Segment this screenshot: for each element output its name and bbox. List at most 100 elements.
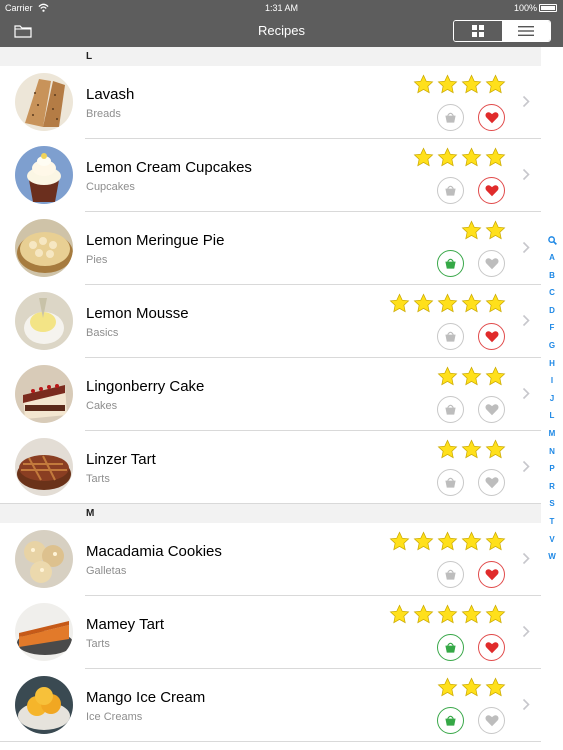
index-letter[interactable]: P: [549, 460, 554, 478]
star-icon: [485, 604, 506, 624]
recipe-thumbnail: [15, 438, 73, 496]
basket-icon: [445, 477, 456, 488]
index-letter[interactable]: F: [550, 319, 555, 337]
rating-stars: [437, 677, 506, 698]
chevron-right-icon: [522, 168, 530, 181]
star-icon: [461, 366, 482, 386]
index-letter[interactable]: C: [549, 284, 555, 302]
star-icon: [461, 604, 482, 624]
shopping-basket-button[interactable]: [437, 104, 464, 131]
star-icon: [413, 531, 434, 551]
recipe-category: Cupcakes: [86, 181, 135, 193]
recipe-row[interactable]: Lemon Cream Cupcakes Cupcakes: [0, 139, 541, 212]
basket-icon: [445, 569, 456, 580]
heart-icon: [484, 569, 499, 581]
recipe-thumbnail-image: [15, 365, 73, 423]
shopping-basket-button[interactable]: [437, 250, 464, 277]
star-icon: [413, 147, 434, 167]
view-mode-toggle[interactable]: [453, 20, 551, 42]
recipe-row[interactable]: Macadamia Cookies Galletas: [0, 523, 541, 596]
battery-icon: [539, 4, 557, 12]
recipe-title: Lemon Mousse: [86, 305, 189, 322]
favorite-button[interactable]: [478, 323, 505, 350]
favorite-button[interactable]: [478, 396, 505, 423]
recipe-row[interactable]: Lavash Breads: [0, 66, 541, 139]
recipe-row[interactable]: Lemon Mousse Basics: [0, 285, 541, 358]
shopping-basket-button[interactable]: [437, 634, 464, 661]
list-icon: [518, 26, 535, 36]
chevron-right-icon: [522, 314, 530, 327]
star-icon: [485, 439, 506, 459]
recipe-thumbnail-image: [15, 292, 73, 350]
star-icon: [413, 293, 434, 313]
chevron-right-icon: [522, 625, 530, 638]
recipe-thumbnail-image: [15, 438, 73, 496]
recipe-row[interactable]: Lemon Meringue Pie Pies: [0, 212, 541, 285]
index-letter[interactable]: D: [549, 302, 555, 320]
index-letter[interactable]: N: [549, 443, 555, 461]
grid-view-button[interactable]: [454, 21, 503, 41]
shopping-basket-button[interactable]: [437, 396, 464, 423]
recipe-title: Macadamia Cookies: [86, 543, 222, 560]
basket-icon: [445, 185, 456, 196]
star-icon: [461, 293, 482, 313]
rating-stars: [389, 531, 506, 552]
favorite-button[interactable]: [478, 634, 505, 661]
favorite-button[interactable]: [478, 250, 505, 277]
chevron-right-icon: [522, 241, 530, 254]
index-letter[interactable]: M: [549, 425, 556, 443]
index-letter[interactable]: L: [550, 407, 555, 425]
section-header: M: [0, 504, 541, 523]
index-letter[interactable]: H: [549, 355, 555, 373]
recipe-thumbnail-image: [15, 146, 73, 204]
shopping-basket-button[interactable]: [437, 707, 464, 734]
index-letter[interactable]: R: [549, 478, 555, 496]
index-letter[interactable]: J: [550, 390, 554, 408]
basket-icon: [445, 112, 456, 123]
star-icon: [437, 531, 458, 551]
recipe-thumbnail-image: [15, 530, 73, 588]
chevron-right-icon: [522, 698, 530, 711]
star-icon: [485, 220, 506, 240]
star-icon: [389, 604, 410, 624]
index-letter[interactable]: I: [551, 372, 553, 390]
recipe-title: Mamey Tart: [86, 616, 165, 633]
heart-icon: [484, 642, 499, 654]
index-letter[interactable]: G: [549, 337, 555, 355]
list-view-button[interactable]: [502, 21, 550, 41]
recipe-thumbnail: [15, 292, 73, 350]
basket-icon: [445, 715, 456, 726]
recipe-row[interactable]: Mamey Tart Tarts: [0, 596, 541, 669]
shopping-basket-button[interactable]: [437, 469, 464, 496]
shopping-basket-button[interactable]: [437, 323, 464, 350]
favorite-button[interactable]: [478, 104, 505, 131]
recipe-category: Tarts: [86, 638, 110, 650]
shopping-basket-button[interactable]: [437, 177, 464, 204]
heart-icon: [484, 112, 499, 124]
section-header: L: [0, 47, 541, 66]
section-index[interactable]: ABCDFGHIJLMNPRSTVW: [541, 232, 563, 566]
rating-stars: [437, 439, 506, 460]
favorite-button[interactable]: [478, 177, 505, 204]
index-letter[interactable]: V: [549, 531, 554, 549]
recipe-row[interactable]: Lingonberry Cake Cakes: [0, 358, 541, 431]
index-letter[interactable]: S: [549, 495, 554, 513]
star-icon: [461, 220, 482, 240]
recipe-row[interactable]: Linzer Tart Tarts: [0, 431, 541, 504]
recipe-category: Cakes: [86, 400, 118, 412]
index-letter[interactable]: A: [549, 249, 555, 267]
favorite-button[interactable]: [478, 707, 505, 734]
index-letter[interactable]: T: [550, 513, 555, 531]
star-icon: [413, 604, 434, 624]
favorite-button[interactable]: [478, 469, 505, 496]
index-letter[interactable]: B: [549, 267, 555, 285]
star-icon: [389, 531, 410, 551]
recipe-list[interactable]: L Lavash Breads Lemon Cream Cupcakes Cupcake…: [0, 47, 541, 750]
recipe-row[interactable]: Mango Ice Cream Ice Creams: [0, 669, 541, 742]
favorite-button[interactable]: [478, 561, 505, 588]
star-icon: [485, 74, 506, 94]
recipe-thumbnail: [15, 603, 73, 661]
search-icon[interactable]: [547, 236, 557, 245]
shopping-basket-button[interactable]: [437, 561, 464, 588]
index-letter[interactable]: W: [548, 548, 556, 566]
